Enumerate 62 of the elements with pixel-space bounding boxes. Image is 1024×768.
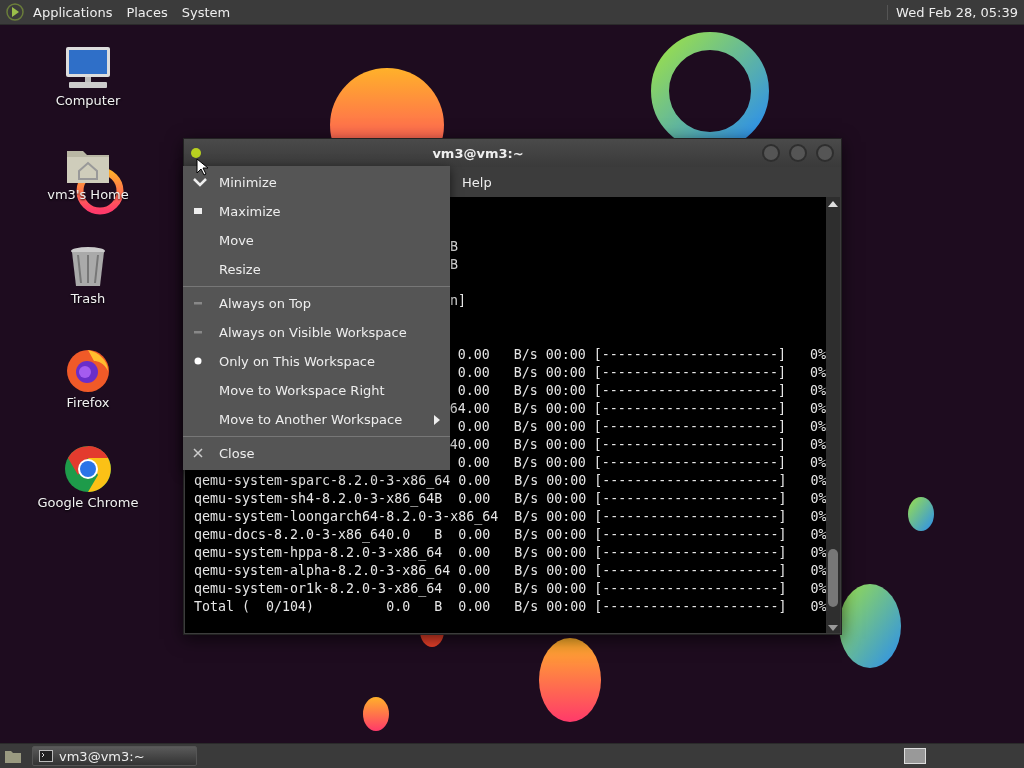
- terminal-icon: [39, 750, 53, 762]
- maximize-button[interactable]: [788, 143, 808, 163]
- menu-item[interactable]: Always on Top: [219, 296, 311, 311]
- menu-item[interactable]: Always on Visible Workspace: [219, 325, 407, 340]
- show-desktop-icon[interactable]: [4, 748, 22, 764]
- desktop-icon-label[interactable]: Google Chrome: [37, 495, 139, 510]
- panel-menu[interactable]: Places: [121, 2, 173, 22]
- terminal-line: B: [450, 239, 458, 254]
- menu-item[interactable]: Move: [219, 233, 254, 248]
- mouse-pointer-icon: [196, 158, 208, 176]
- scroll-up-icon[interactable]: [828, 201, 838, 207]
- terminal-line: qemu-system-loongarch64-8.2.0-3-x86_64 B/s 00:00 [----------------------] 0%: [194, 509, 827, 524]
- scrollbar[interactable]: [826, 197, 840, 633]
- terminal-line: Total ( 0/104) 0.0 B 0.00 B/s 00:00 [----------------------] 0%: [194, 599, 827, 614]
- radio-button[interactable]: [193, 356, 203, 366]
- terminal-line: 0.00 B/s 00:00 [----------------------] 0%: [457, 347, 826, 362]
- terminal-line: 0.00 B/s 00:00 [----------------------] 0%: [457, 455, 826, 470]
- wallpaper-bubble: [908, 497, 934, 531]
- panel-menu[interactable]: System: [176, 2, 236, 22]
- terminal-line: qemu-system-or1k-8.2.0-3-x86_64 0.00 B/s 00:00 [----------------------] 0%: [194, 581, 827, 596]
- menu-item[interactable]: Minimize: [219, 175, 277, 190]
- window-title: vm3@vm3:~: [431, 145, 525, 161]
- menu-bar-item[interactable]: Help: [454, 170, 500, 194]
- wallpaper-bubble: [363, 697, 389, 731]
- menu-item[interactable]: Move to Workspace Right: [219, 383, 385, 398]
- terminal-line: qemu-system-sparc-8.2.0-3-x86_64 0.00 B/s 00:00 [----------------------] 0%: [194, 473, 827, 488]
- minimize-icon: [193, 177, 207, 187]
- terminal-line: 0.00 B/s 00:00 [----------------------] 0%: [457, 365, 826, 380]
- computer-icon: [63, 45, 113, 91]
- terminal-line: 0.00 B/s 00:00 [----------------------] 0%: [457, 383, 826, 398]
- menu-item[interactable]: Resize: [219, 262, 261, 277]
- menu-item[interactable]: Close: [219, 446, 255, 461]
- workspace-switcher[interactable]: [904, 748, 926, 764]
- terminal-line: qemu-system-sh4-8.2.0-3-x86_64B 0.00 B/s 00:00 [----------------------] 0%: [194, 491, 827, 506]
- terminal-line: qemu-docs-8.2.0-3-x86_640.0 B 0.00 B/s 00:00 [----------------------] 0%: [194, 527, 827, 542]
- menu-item[interactable]: Maximize: [219, 204, 281, 219]
- taskbar-button[interactable]: vm3@vm3:~: [32, 746, 197, 766]
- terminal-line: B: [450, 257, 458, 272]
- terminal-line: qemu-system-hppa-8.2.0-3-x86_64 0.00 B/s 00:00 [----------------------] 0%: [194, 545, 827, 560]
- menu-item[interactable]: Move to Another Workspace: [219, 412, 403, 427]
- close-button[interactable]: [815, 143, 835, 163]
- window-menu-button[interactable]: [190, 147, 202, 159]
- chrome-icon: [64, 445, 112, 493]
- terminal-line: n]: [450, 293, 466, 308]
- desktop-icon-label[interactable]: Firefox: [66, 395, 110, 410]
- scroll-down-icon[interactable]: [828, 625, 838, 631]
- close-icon: [193, 448, 203, 458]
- minimize-button[interactable]: [761, 143, 781, 163]
- maximize-icon: [193, 206, 203, 216]
- scrollbar-thumb[interactable]: [828, 549, 838, 607]
- panel-menu[interactable]: Applications: [28, 2, 118, 22]
- trash-icon: [68, 245, 108, 289]
- terminal-line: 0.00 B/s 00:00 [----------------------] 0%: [457, 419, 826, 434]
- terminal-line: 64.00 B/s 00:00 [----------------------] 0%: [449, 401, 826, 416]
- terminal-line: 40.00 B/s 00:00 [----------------------] 0%: [449, 437, 826, 452]
- submenu-arrow-icon: [434, 415, 440, 425]
- clock[interactable]: Wed Feb 28, 05:39: [887, 4, 1018, 20]
- terminal-line: qemu-system-alpha-8.2.0-3-x86_64 0.00 B/s 00:00 [----------------------] 0%: [194, 563, 827, 578]
- desktop-icon-label[interactable]: Trash: [70, 291, 106, 306]
- logo-icon: [6, 3, 24, 21]
- menu-item[interactable]: Only on This Workspace: [219, 354, 375, 369]
- desktop-icon-label[interactable]: Computer: [55, 93, 121, 108]
